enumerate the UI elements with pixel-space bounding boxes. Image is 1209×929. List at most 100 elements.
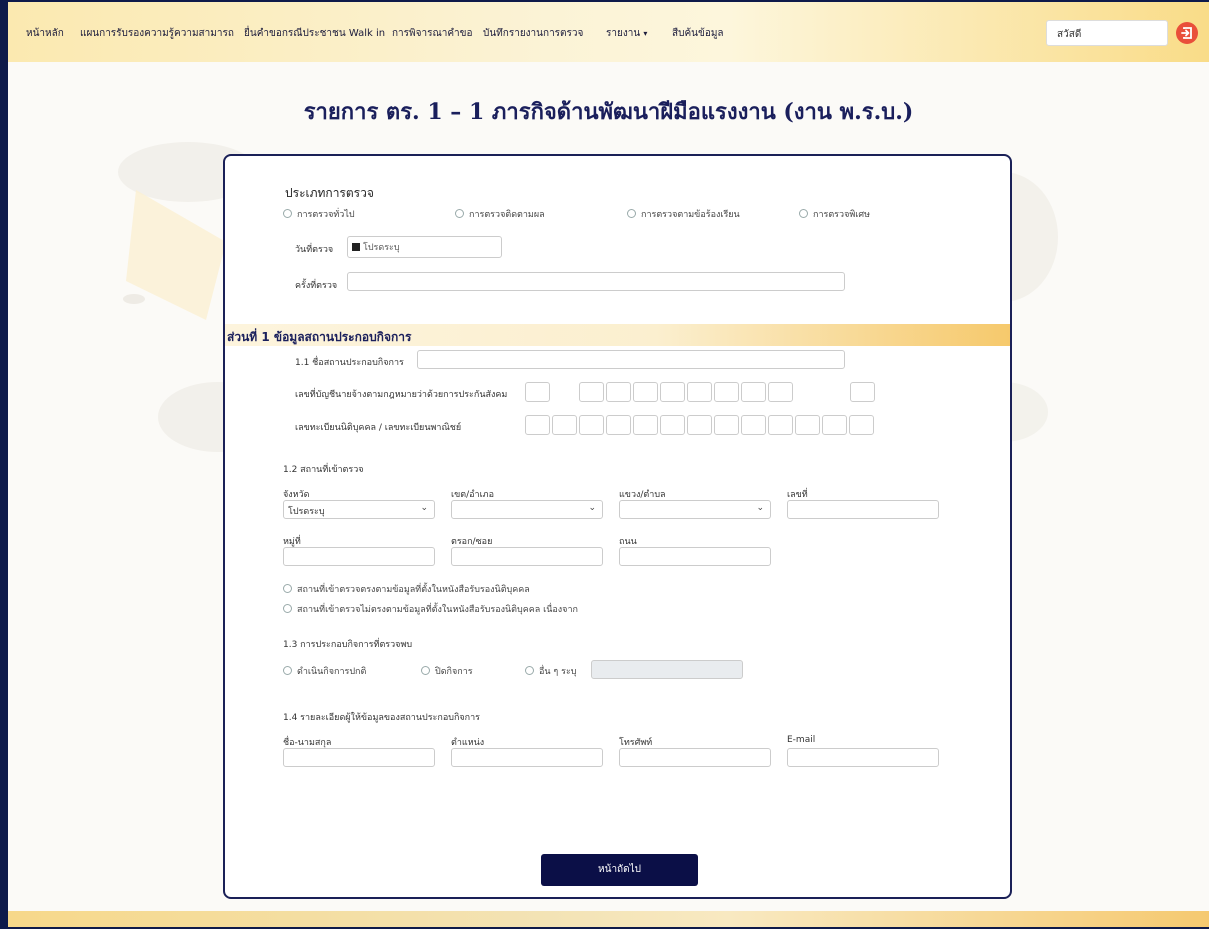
social-security-digit[interactable] xyxy=(714,382,739,402)
next-page-button[interactable]: หน้าถัดไป xyxy=(541,854,698,886)
inspection-round-label: ครั้งที่ตรวจ xyxy=(295,281,338,291)
radio-circle xyxy=(283,584,292,593)
social-security-digit[interactable] xyxy=(525,382,550,402)
road-label: ถนน xyxy=(619,537,637,547)
social-security-account-label: เลขที่บัญชีนายจ้างตามกฎหมายว่าด้วยการประ… xyxy=(295,390,508,400)
registration-number-label: เลขทะเบียนนิติบุคคล / เลขทะเบียนพาณิชย์ xyxy=(295,423,462,433)
social-security-digit[interactable] xyxy=(606,382,631,402)
radio-label: การตรวจทั่วไป xyxy=(297,210,355,220)
moo-label: หมู่ที่ xyxy=(283,537,301,547)
registration-digit[interactable] xyxy=(741,415,766,435)
radio-business-closed[interactable]: ปิดกิจการ xyxy=(421,664,473,678)
logout-icon[interactable] xyxy=(1176,22,1198,44)
social-security-digit[interactable] xyxy=(741,382,766,402)
radio-label: การตรวจพิเศษ xyxy=(813,210,870,220)
section1-title: ส่วนที่ 1 ข้อมูลสถานประกอบกิจการ xyxy=(227,330,412,344)
top-navbar: หน้าหลัก แผนการรับรองความรู้ความสามารถ ย… xyxy=(8,2,1209,62)
nav-request-review[interactable]: การพิจารณาคำขอ xyxy=(392,26,473,41)
business-name-field[interactable] xyxy=(417,350,845,369)
nav-report-label: รายงาน xyxy=(606,28,641,39)
page-title: รายการ ตร. 1 – 1 ภารกิจด้านพัฒนาฝีมือแรง… xyxy=(303,99,914,125)
social-security-digit[interactable] xyxy=(579,382,604,402)
registration-digit[interactable] xyxy=(552,415,577,435)
app-frame: หน้าหลัก แผนการรับรองความรู้ความสามารถ ย… xyxy=(0,0,1209,929)
radio-follow-up-inspection[interactable]: การตรวจติดตามผล xyxy=(455,207,545,221)
subdistrict-select[interactable]: ⌄ xyxy=(619,500,771,519)
registration-digit[interactable] xyxy=(849,415,874,435)
subdistrict-label: แขวง/ตำบล xyxy=(619,490,666,500)
fullname-label: ชื่อ-นามสกุล xyxy=(283,738,332,748)
radio-label: ปิดกิจการ xyxy=(435,667,473,677)
registration-digit[interactable] xyxy=(579,415,604,435)
district-select[interactable]: ⌄ xyxy=(451,500,603,519)
registration-digit[interactable] xyxy=(687,415,712,435)
radio-other[interactable]: อื่น ๆ ระบุ xyxy=(525,664,577,678)
radio-general-inspection[interactable]: การตรวจทั่วไป xyxy=(283,207,355,221)
nav-search[interactable]: สืบค้นข้อมูล xyxy=(672,26,724,41)
nav-inspection-record[interactable]: บันทึกรายงานการตรวจ xyxy=(483,26,583,41)
radio-circle xyxy=(525,666,534,675)
inspection-form-card: ประเภทการตรวจ การตรวจทั่วไป การตรวจติดตา… xyxy=(223,154,1012,899)
registration-digit[interactable] xyxy=(768,415,793,435)
registration-digit[interactable] xyxy=(795,415,820,435)
inspection-date-label: วันที่ตรวจ xyxy=(295,245,334,255)
province-value: โปรดระบุ xyxy=(288,507,325,517)
radio-complaint-inspection[interactable]: การตรวจตามข้อร้องเรียน xyxy=(627,207,740,221)
position-field[interactable] xyxy=(451,748,603,767)
registration-digit[interactable] xyxy=(606,415,631,435)
radio-circle xyxy=(283,209,292,218)
social-security-digit[interactable] xyxy=(633,382,658,402)
position-label: ตำแหน่ง xyxy=(451,738,485,748)
fullname-field[interactable] xyxy=(283,748,435,767)
business-name-label: 1.1 ชื่อสถานประกอบกิจการ xyxy=(295,358,404,368)
radio-circle xyxy=(627,209,636,218)
radio-label: การตรวจติดตามผล xyxy=(469,210,545,220)
nav-report[interactable]: รายงาน ▾ xyxy=(606,26,647,41)
chevron-down-icon: ⌄ xyxy=(420,503,428,513)
radio-label: อื่น ๆ ระบุ xyxy=(539,667,577,677)
house-number-field[interactable] xyxy=(787,500,939,519)
radio-circle xyxy=(799,209,808,218)
social-security-digit[interactable] xyxy=(687,382,712,402)
radio-circle xyxy=(421,666,430,675)
nav-home[interactable]: หน้าหลัก xyxy=(26,26,64,41)
email-field[interactable] xyxy=(787,748,939,767)
radio-location-differs[interactable]: สถานที่เข้าตรวจไม่ตรงตามข้อมูลที่ตั้งในห… xyxy=(283,602,578,616)
nav-walk-in-request[interactable]: ยื่นคำขอกรณีประชาชน Walk in xyxy=(244,26,385,41)
moo-field[interactable] xyxy=(283,547,435,566)
soi-label: ตรอก/ซอย xyxy=(451,537,493,547)
province-label: จังหวัด xyxy=(283,490,310,500)
registration-digit[interactable] xyxy=(660,415,685,435)
registration-digit[interactable] xyxy=(525,415,550,435)
registration-digit[interactable] xyxy=(822,415,847,435)
house-number-label: เลขที่ xyxy=(787,490,808,500)
nav-certification-plan[interactable]: แผนการรับรองความรู้ความสามารถ xyxy=(80,26,234,41)
road-field[interactable] xyxy=(619,547,771,566)
radio-label: สถานที่เข้าตรวจไม่ตรงตามข้อมูลที่ตั้งในห… xyxy=(297,605,578,615)
informant-details-label: 1.4 รายละเอียดผู้ให้ข้อมูลของสถานประกอบก… xyxy=(283,713,480,723)
phone-field[interactable] xyxy=(619,748,771,767)
registration-digit[interactable] xyxy=(633,415,658,435)
inspection-location-label: 1.2 สถานที่เข้าตรวจ xyxy=(283,465,364,475)
radio-label: สถานที่เข้าตรวจตรงตามข้อมูลที่ตั้งในหนัง… xyxy=(297,585,530,595)
district-label: เขต/อำเภอ xyxy=(451,490,494,500)
province-select[interactable]: โปรดระบุ ⌄ xyxy=(283,500,435,519)
footer-band xyxy=(8,911,1209,927)
social-security-digit[interactable] xyxy=(768,382,793,402)
chevron-down-icon: ⌄ xyxy=(756,503,764,513)
inspection-date-field[interactable]: โปรดระบุ xyxy=(347,236,502,258)
soi-field[interactable] xyxy=(451,547,603,566)
radio-location-matches[interactable]: สถานที่เข้าตรวจตรงตามข้อมูลที่ตั้งในหนัง… xyxy=(283,582,530,596)
registration-digit[interactable] xyxy=(714,415,739,435)
social-security-digit[interactable] xyxy=(660,382,685,402)
user-greeting[interactable]: สวัสดี xyxy=(1046,20,1168,46)
chevron-down-icon: ⌄ xyxy=(588,503,596,513)
inspection-round-field[interactable] xyxy=(347,272,845,291)
background-decoration xyxy=(123,294,145,304)
date-placeholder: โปรดระบุ xyxy=(363,243,400,253)
radio-special-inspection[interactable]: การตรวจพิเศษ xyxy=(799,207,870,221)
other-specify-field[interactable] xyxy=(591,660,743,679)
social-security-digit[interactable] xyxy=(850,382,875,402)
inspection-type-label: ประเภทการตรวจ xyxy=(285,186,374,200)
radio-operating-normally[interactable]: ดำเนินกิจการปกติ xyxy=(283,664,366,678)
